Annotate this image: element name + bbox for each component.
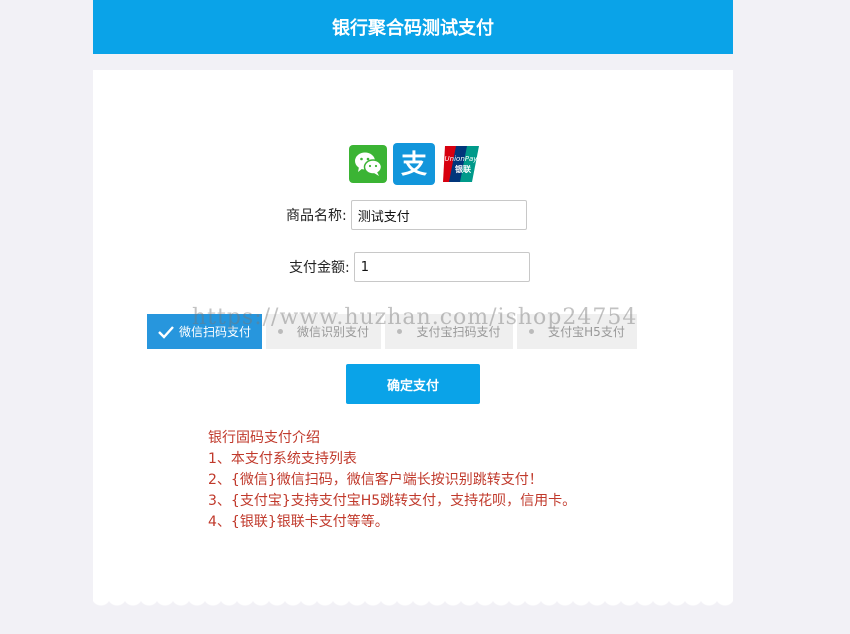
- page-title: 银行聚合码测试支付: [332, 18, 494, 39]
- product-name-input[interactable]: [350, 200, 527, 230]
- checkmark-icon: [158, 325, 174, 339]
- intro-line: 3、{支付宝}支持支付宝H5跳转支付，支持花呗，信用卡。: [208, 493, 577, 509]
- intro-line: 2、{微信}微信扫码，微信客户端长按识别跳转支付！: [208, 472, 543, 488]
- payment-method-icons: 支 UnionPay 银联: [349, 143, 481, 185]
- confirm-pay-button[interactable]: 确定支付: [346, 364, 480, 404]
- page-header: 银行聚合码测试支付: [93, 0, 733, 54]
- product-name-label: 商品名称:: [286, 208, 347, 224]
- alipay-icon: 支: [393, 143, 435, 185]
- intro-title: 银行固码支付介绍: [208, 430, 320, 446]
- amount-input[interactable]: [353, 252, 530, 282]
- watermark-text: https://www.huzhan.com/ishop24754: [192, 305, 638, 330]
- intro-line: 4、{银联}银联卡支付等等。: [208, 514, 389, 530]
- unionpay-icon: UnionPay 银联: [441, 144, 481, 184]
- card-scallop-edge: [93, 596, 733, 610]
- amount-row: 支付金额:: [289, 252, 530, 282]
- svg-text:支: 支: [401, 150, 427, 180]
- product-name-row: 商品名称:: [286, 200, 527, 230]
- intro-line: 1、本支付系统支持列表: [208, 451, 357, 467]
- svg-text:银联: 银联: [454, 164, 471, 174]
- payment-intro: 银行固码支付介绍 1、本支付系统支持列表 2、{微信}微信扫码，微信客户端长按识…: [208, 428, 576, 533]
- wechat-icon: [349, 145, 387, 183]
- svg-text:UnionPay: UnionPay: [445, 155, 479, 163]
- amount-label: 支付金额:: [289, 260, 350, 276]
